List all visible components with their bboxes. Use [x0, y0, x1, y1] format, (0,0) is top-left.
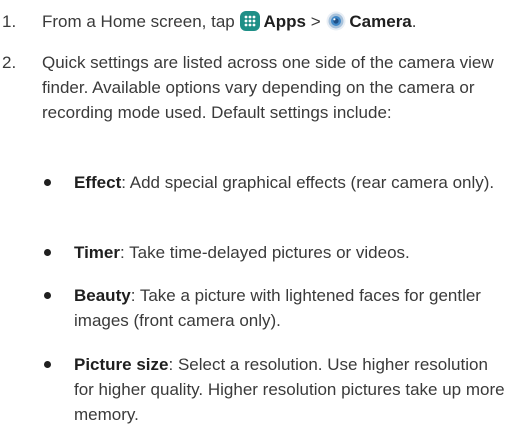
setting-description: : Take a picture with lightened faces fo… [74, 286, 481, 330]
path-separator: > [310, 12, 321, 31]
apps-label: Apps [263, 12, 306, 31]
camera-icon [326, 11, 346, 31]
step-text: Quick settings are listed across one sid… [42, 53, 494, 122]
setting-term: Effect [74, 173, 122, 192]
bullet-dot [44, 249, 51, 256]
setting-description: : Add special graphical effects (rear ca… [121, 173, 495, 192]
setting-term: Timer [74, 243, 120, 262]
apps-icon [240, 11, 261, 31]
bullet-dot [44, 361, 51, 368]
camera-label: Camera [349, 12, 412, 31]
bullet-dot [44, 179, 51, 186]
step-number: 1. [2, 12, 17, 31]
setting-term: Picture size [74, 355, 169, 374]
manual-page: 1. From a Home screen, tap Apps > Camera… [0, 0, 513, 442]
step-1-suffix: . [411, 12, 417, 31]
step-text: From a Home screen, tap Apps > Camera. [42, 9, 507, 34]
setting-term: Beauty [74, 286, 131, 305]
bullet-dot [44, 292, 51, 299]
setting-description: : Take time-delayed pictures or videos. [120, 243, 410, 262]
step-number: 2. [2, 53, 17, 72]
step-1-prefix: From a Home screen, tap [42, 12, 235, 31]
